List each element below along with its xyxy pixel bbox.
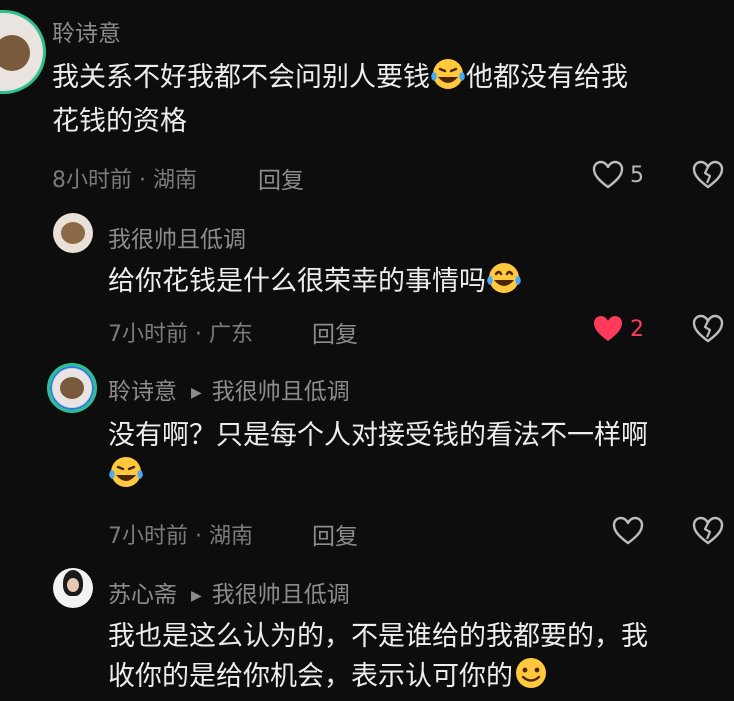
avatar[interactable] <box>53 568 93 608</box>
broken-heart-icon <box>692 516 724 545</box>
comment-text-part: 给你花钱是什么很荣幸的事情吗 <box>108 266 486 297</box>
reply-to-user: 我很帅且低调 <box>211 379 350 405</box>
like-count: 2 <box>630 316 644 342</box>
like-button[interactable]: 2 <box>592 314 644 344</box>
comment-text-part: 我关系不好我都不会问别人要钱 <box>52 62 430 93</box>
reply-button[interactable]: 回复 <box>312 315 358 349</box>
username-text: 苏心斋 <box>108 582 177 608</box>
reply-button[interactable]: 回复 <box>258 161 304 195</box>
comment-text-part: 花钱的资格 <box>52 106 187 137</box>
comment-meta: 7小时前 · 广东 <box>108 322 253 347</box>
dislike-button[interactable] <box>692 314 724 348</box>
username-text: 聆诗意 <box>108 379 177 405</box>
comment-meta: 7小时前 · 湖南 <box>108 524 253 549</box>
heart-icon <box>612 516 644 545</box>
username[interactable]: 苏心斋 ▶ 我很帅且低调 <box>108 575 350 609</box>
avatar[interactable] <box>47 363 97 413</box>
reply-to-user: 我很帅且低调 <box>211 582 350 608</box>
comment-text-part: 他都没有给我 <box>466 62 628 93</box>
dislike-button[interactable] <box>692 516 724 550</box>
comment-text: 我关系不好我都不会问别人要钱 他都没有给我 花钱的资格 <box>52 58 722 142</box>
laughing-crying-emoji <box>430 58 466 102</box>
comment-text: 给你花钱是什么很荣幸的事情吗 <box>108 262 708 306</box>
comment-text-part: 没有啊？只是每个人对接受钱的看法不一样啊 <box>108 420 648 451</box>
reply-arrow-icon: ▶ <box>191 588 202 604</box>
laughing-crying-emoji <box>486 262 522 306</box>
heart-icon <box>592 160 624 189</box>
laughing-crying-emoji <box>108 456 144 500</box>
like-button[interactable] <box>612 516 650 546</box>
like-button[interactable]: 5 <box>592 160 644 190</box>
reply-arrow-icon: ▶ <box>191 385 202 401</box>
avatar[interactable] <box>0 10 46 94</box>
comment-text-part: 收你的是给你机会，表示认可你的 <box>108 661 513 692</box>
broken-heart-icon <box>692 160 724 189</box>
avatar[interactable] <box>53 213 93 253</box>
broken-heart-icon <box>692 314 724 343</box>
heart-icon <box>594 316 622 341</box>
comment-text: 没有啊？只是每个人对接受钱的看法不一样啊 <box>108 416 718 500</box>
like-count: 5 <box>630 162 644 188</box>
username[interactable]: 聆诗意 ▶ 我很帅且低调 <box>108 372 350 406</box>
reply-button[interactable]: 回复 <box>312 517 358 551</box>
comment-text-part: 我也是这么认为的，不是谁给的我都要的，我 <box>108 621 648 652</box>
dislike-button[interactable] <box>692 160 724 194</box>
username[interactable]: 聆诗意 <box>52 14 121 48</box>
username[interactable]: 我很帅且低调 <box>108 220 246 254</box>
comment-meta: 8小时前 · 湖南 <box>52 168 197 193</box>
comment-text: 我也是这么认为的，不是谁给的我都要的，我 收你的是给你机会，表示认可你的 <box>108 617 728 701</box>
smiling-emoji <box>513 657 549 701</box>
